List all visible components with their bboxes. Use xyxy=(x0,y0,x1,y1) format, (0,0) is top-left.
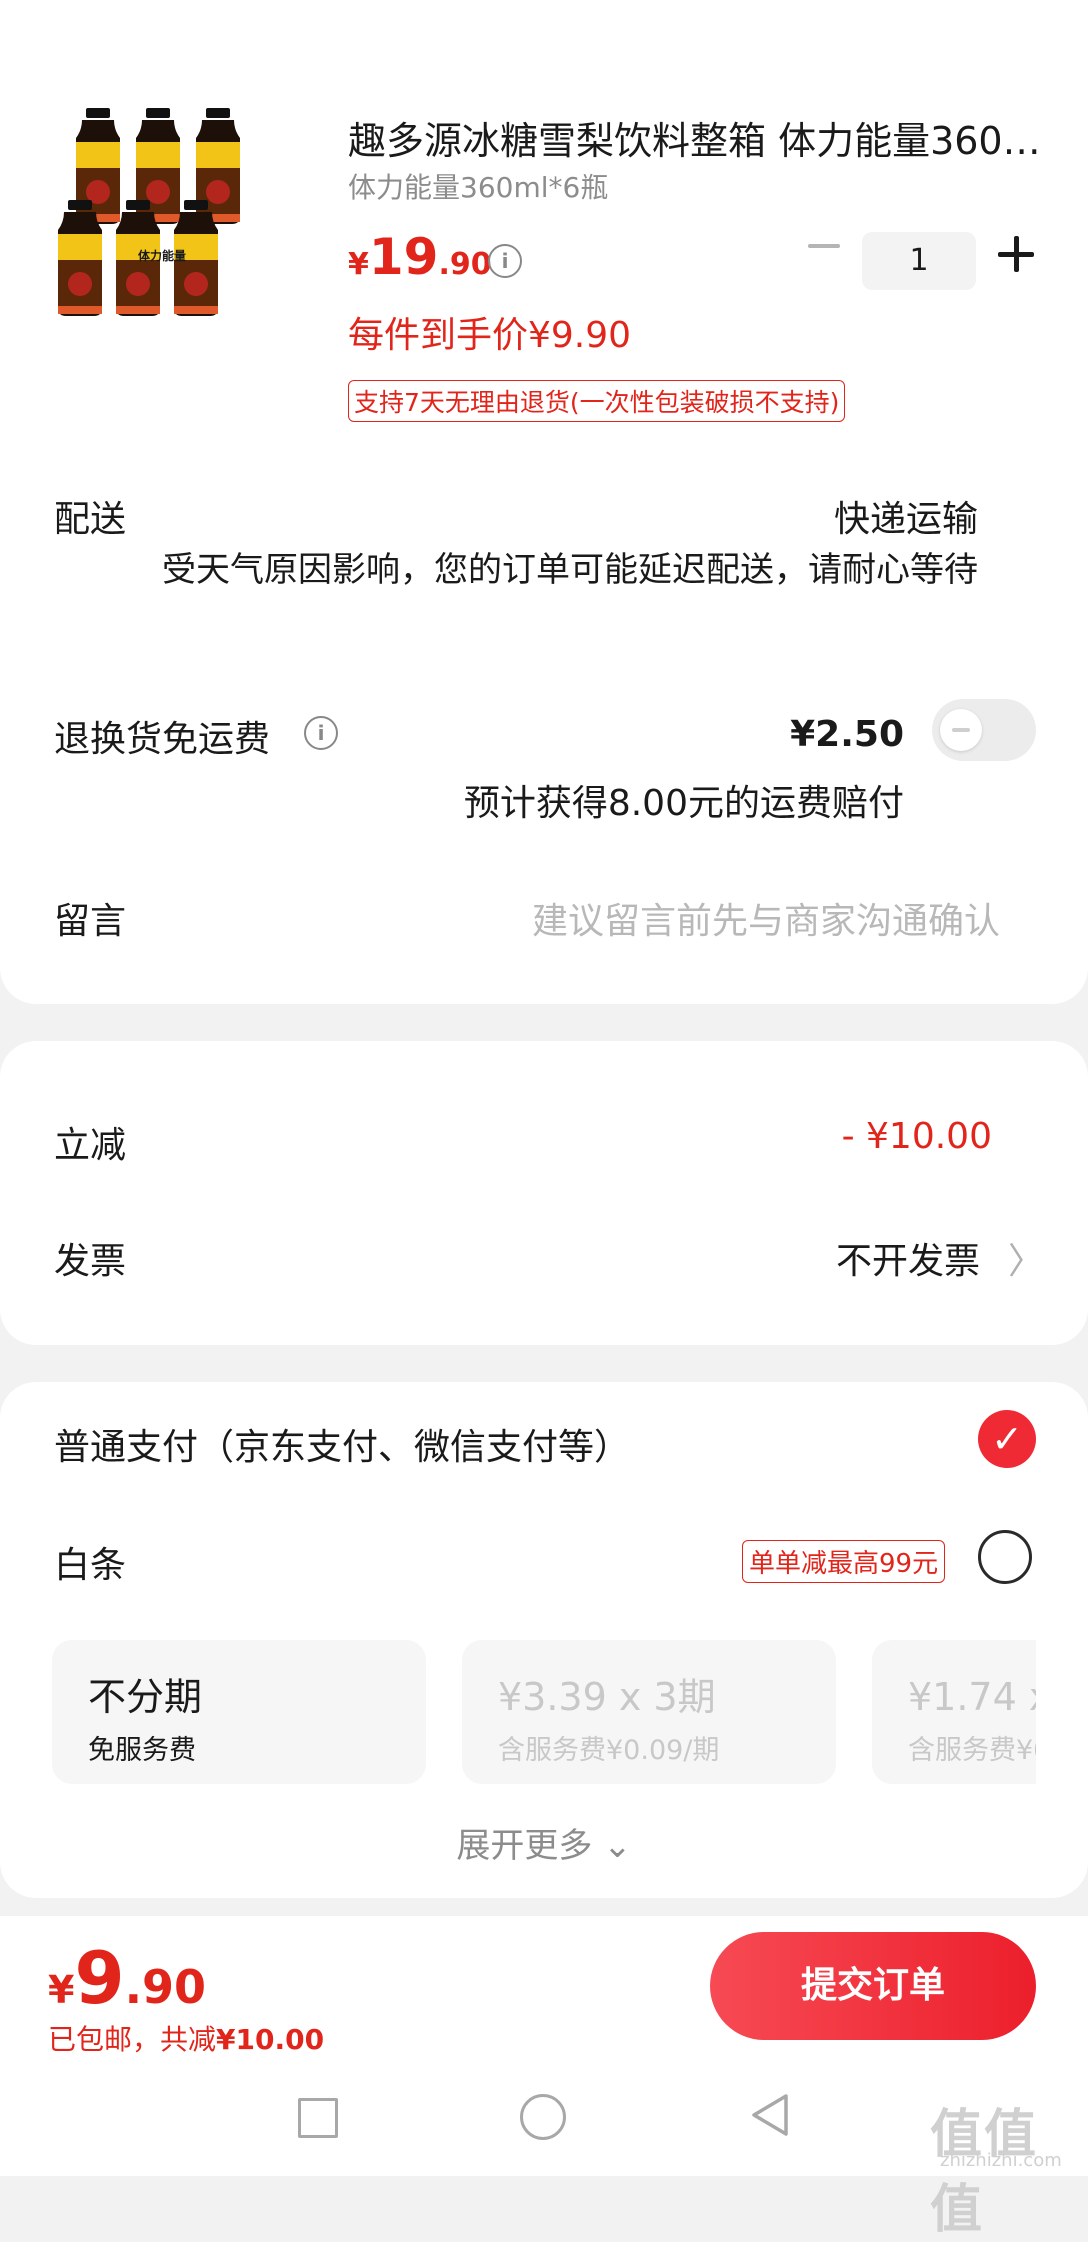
delivery-method[interactable]: 快递运输 xyxy=(700,490,978,542)
discount-card xyxy=(0,1041,1088,1345)
baitiao-radio[interactable] xyxy=(978,1530,1032,1584)
return-shipping-info-icon[interactable]: i xyxy=(304,716,338,750)
return-shipping-toggle[interactable] xyxy=(932,699,1036,761)
decrease-quantity-button[interactable] xyxy=(808,244,840,248)
normal-payment-check-icon[interactable]: ✓ xyxy=(978,1410,1036,1468)
return-shipping-compensation: 预计获得8.00元的运费赔付 xyxy=(463,783,904,824)
product-spec[interactable]: 体力能量360ml*6瓶 xyxy=(348,166,608,206)
delivery-label: 配送 xyxy=(54,499,127,540)
expand-more-button[interactable]: 展开更多 ⌄ xyxy=(0,1818,1088,1867)
product-image[interactable]: 体力能量 xyxy=(54,108,299,368)
watermark-url: zhizhizhi.com xyxy=(940,2150,1062,2171)
plan-option[interactable]: ¥1.74 x 6期 含服务费¥0.08/期 xyxy=(872,1640,1036,1784)
summary-prefix: 已包邮，共减 xyxy=(48,2023,217,2056)
baitiao-label[interactable]: 白条 xyxy=(54,1536,126,1588)
invoice-chevron-icon[interactable]: 〉 xyxy=(1008,1232,1044,1284)
back-nav-icon[interactable] xyxy=(748,2092,792,2138)
delivery-note: 受天气原因影响，您的订单可能延迟配送，请耐心等待 xyxy=(162,550,978,590)
toggle-knob xyxy=(940,709,982,751)
plan-option[interactable]: 不分期 免服务费 xyxy=(52,1640,426,1784)
summary-amount: ¥10.00 xyxy=(216,2023,325,2056)
recents-nav-icon[interactable] xyxy=(298,2098,338,2138)
message-input[interactable]: 建议留言前先与商家沟通确认 xyxy=(400,892,1000,944)
quantity-input[interactable]: 1 xyxy=(862,232,976,290)
total-currency: ¥ xyxy=(48,1968,75,2012)
bottle-label: 体力能量 xyxy=(138,248,186,263)
plan-sub: 免服务费 xyxy=(88,1735,196,1766)
total-decimal: .90 xyxy=(124,1960,207,2014)
price-decimal: .90 xyxy=(438,247,492,282)
invoice-value[interactable]: 不开发票 xyxy=(700,1232,980,1284)
increase-quantity-button[interactable] xyxy=(998,236,1034,272)
product-price: ¥19.90 xyxy=(348,228,492,286)
return-shipping-label: 退换货免运费 xyxy=(54,719,271,760)
return-policy-tag: 支持7天无理由退货(一次性包装破损不支持) xyxy=(348,380,846,422)
return-shipping-price: ¥2.50 xyxy=(790,714,904,755)
plan-sub: 含服务费¥0.08/期 xyxy=(908,1735,1036,1766)
submit-order-button[interactable]: 提交订单 xyxy=(710,1932,1036,2040)
plan-sub: 含服务费¥0.09/期 xyxy=(498,1735,720,1766)
baitiao-promo-tag: 单单减最高99元 xyxy=(742,1540,946,1583)
normal-payment-label[interactable]: 普通支付（京东支付、微信支付等） xyxy=(54,1418,630,1470)
price-currency: ¥ xyxy=(348,247,369,282)
installment-plans: 不分期 免服务费 ¥3.39 x 3期 含服务费¥0.09/期 ¥1.74 x … xyxy=(52,1640,1036,1784)
home-nav-icon[interactable] xyxy=(520,2094,566,2140)
plan-option[interactable]: ¥3.39 x 3期 含服务费¥0.09/期 xyxy=(462,1640,836,1784)
order-summary: 已包邮，共减¥10.00 xyxy=(48,2018,324,2058)
message-label: 留言 xyxy=(54,901,127,942)
plan-main: 不分期 xyxy=(88,1675,203,1719)
unit-price: 每件到手价¥9.90 xyxy=(348,315,632,356)
instant-discount-label: 立减 xyxy=(54,1125,127,1166)
instant-discount-value: - ¥10.00 xyxy=(841,1116,992,1157)
product-title[interactable]: 趣多源冰糖雪梨饮料整箱 体力能量360… xyxy=(348,110,1048,165)
total-integer: 9 xyxy=(74,1936,125,2020)
invoice-label: 发票 xyxy=(54,1241,127,1282)
plan-main: ¥1.74 x 6期 xyxy=(908,1675,1036,1719)
plan-main: ¥3.39 x 3期 xyxy=(498,1675,716,1719)
price-info-icon[interactable]: i xyxy=(488,244,522,278)
total-price: ¥9.90 xyxy=(48,1936,206,2020)
price-integer: 19 xyxy=(368,228,439,286)
